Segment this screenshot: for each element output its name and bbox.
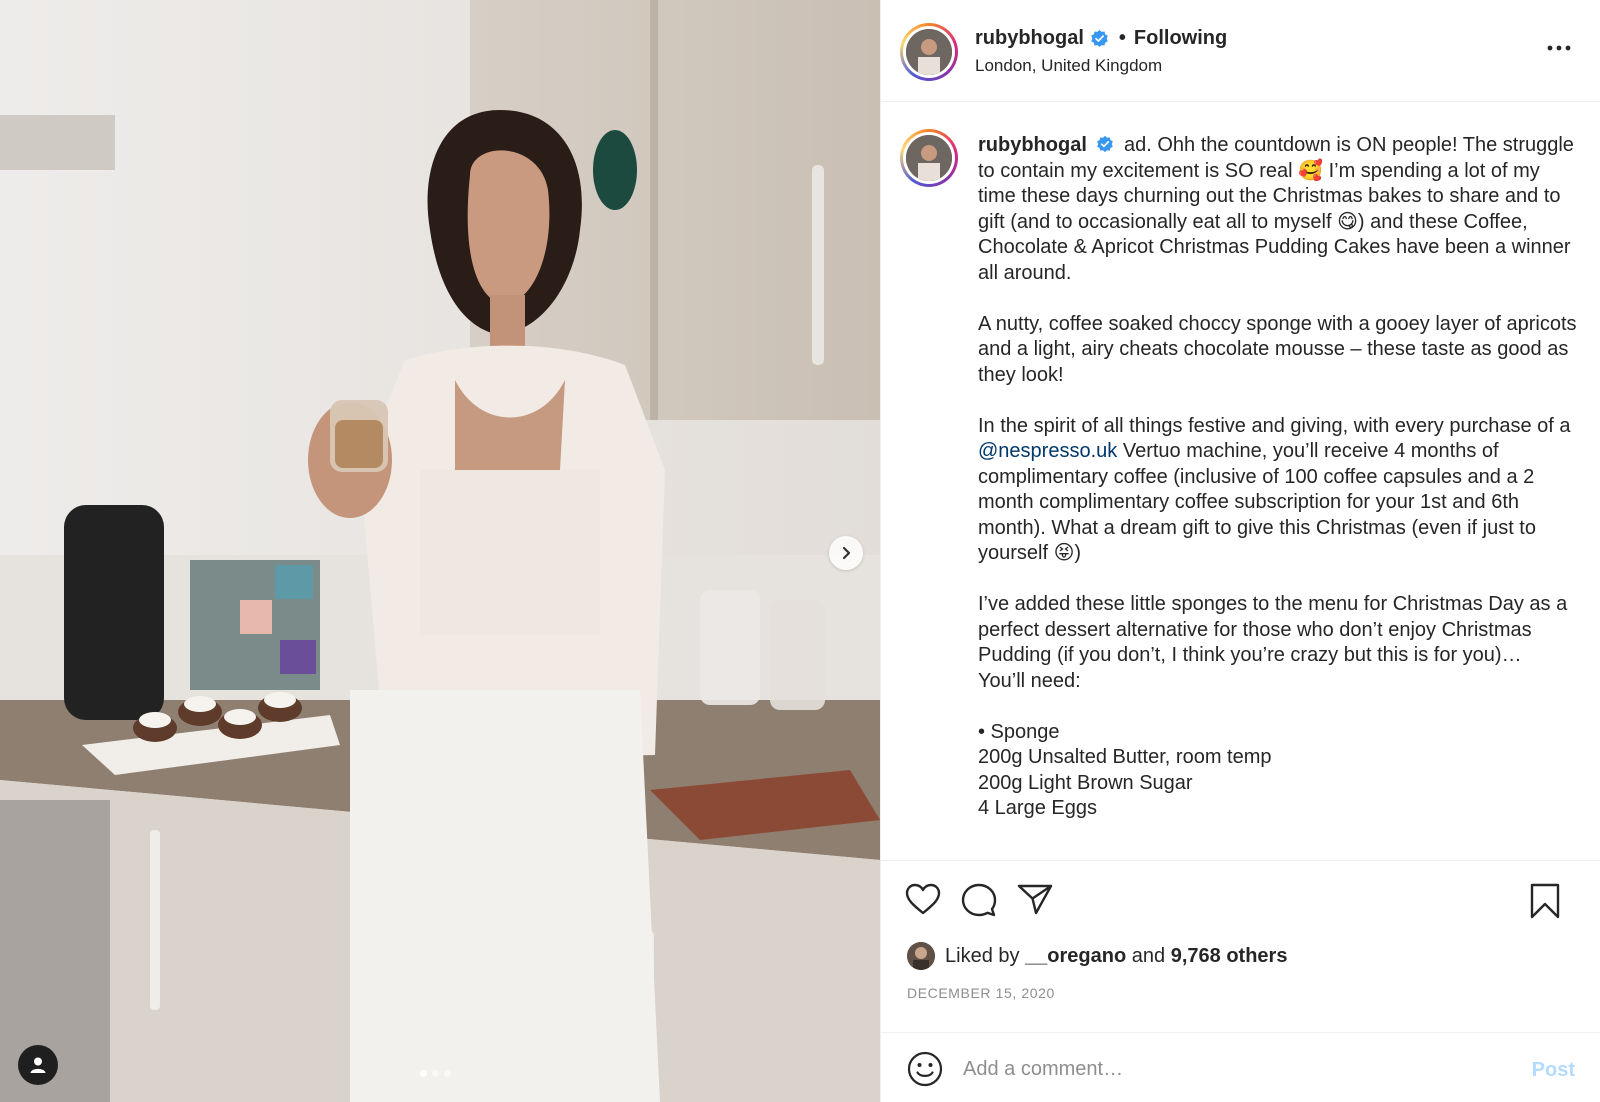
paper-plane-icon <box>1017 884 1053 915</box>
tagged-users-button[interactable] <box>18 1045 58 1085</box>
carousel-next-button[interactable] <box>829 536 863 570</box>
likes-count-link[interactable]: 9,768 others <box>1171 945 1288 968</box>
carousel-dot <box>432 1070 439 1077</box>
carousel-dot <box>420 1070 427 1077</box>
post-header: rubybhogal • Following London, United Ki… <box>881 0 1600 102</box>
emoji-smile-icon <box>907 1051 943 1087</box>
comment-input[interactable] <box>963 1051 1503 1087</box>
post-date[interactable]: DECEMBER 15, 2020 <box>907 985 1055 1001</box>
caption-section: rubybhogal ad. Ohh the countdown is ON p… <box>881 103 1600 859</box>
following-button[interactable]: Following <box>1134 27 1227 50</box>
more-options-button[interactable] <box>1547 38 1571 56</box>
caption-author-avatar[interactable] <box>900 129 958 187</box>
comment-bar: Post <box>881 1032 1600 1102</box>
author-avatar[interactable] <box>900 23 958 81</box>
caption-paragraph: In the spirit of all things festive and … <box>978 414 1571 437</box>
likes-summary: Liked by __oregano and 9,768 others <box>907 942 1287 970</box>
liked-by-label: Liked by <box>945 944 1020 967</box>
header-separator: • <box>1118 27 1126 49</box>
caption-username[interactable]: rubybhogal <box>978 134 1087 156</box>
caption-line: 4 Large Eggs <box>978 797 1097 819</box>
post-comment-button[interactable]: Post <box>1532 1059 1575 1082</box>
post-photo[interactable] <box>0 0 880 1102</box>
caption-line: 200g Light Brown Sugar <box>978 771 1193 794</box>
carousel-dot <box>444 1070 451 1077</box>
caption-text: rubybhogal ad. Ohh the countdown is ON p… <box>978 133 1578 822</box>
like-button[interactable] <box>905 883 941 920</box>
caption-line: • Sponge <box>978 720 1060 743</box>
liker-avatar[interactable] <box>907 942 935 970</box>
caption-line: 200g Unsalted Butter, room temp <box>978 746 1272 768</box>
save-button[interactable] <box>1529 883 1561 924</box>
post-location[interactable]: London, United Kingdom <box>975 56 1162 76</box>
verified-badge-icon <box>1097 135 1114 153</box>
post-details-panel: rubybhogal • Following London, United Ki… <box>880 0 1600 1102</box>
liker-username[interactable]: __oregano <box>1025 945 1126 968</box>
heart-icon <box>905 883 941 915</box>
author-username[interactable]: rubybhogal <box>975 27 1084 50</box>
user-tag-icon <box>30 1057 46 1073</box>
verified-badge-icon <box>1091 29 1108 48</box>
more-options-icon <box>1547 45 1571 51</box>
chevron-right-icon <box>842 546 851 560</box>
caption-paragraph: ad. Ohh the countdown is ON people! The … <box>978 134 1574 284</box>
share-button[interactable] <box>1017 883 1053 920</box>
mention-link[interactable]: @nespresso.uk <box>978 440 1117 462</box>
comment-button[interactable] <box>961 883 997 922</box>
carousel-indicator <box>420 1070 451 1077</box>
caption-line: You’ll need: <box>978 669 1081 692</box>
caption-paragraph: A nutty, coffee soaked choccy sponge wit… <box>978 312 1577 386</box>
emoji-button[interactable] <box>907 1051 943 1092</box>
comment-bubble-icon <box>961 883 997 917</box>
bookmark-icon <box>1530 883 1560 919</box>
action-bar <box>881 860 1600 932</box>
post-image <box>0 0 880 1102</box>
caption-paragraph: I’ve added these little sponges to the m… <box>978 593 1568 666</box>
likes-conjunction: and <box>1131 944 1166 967</box>
